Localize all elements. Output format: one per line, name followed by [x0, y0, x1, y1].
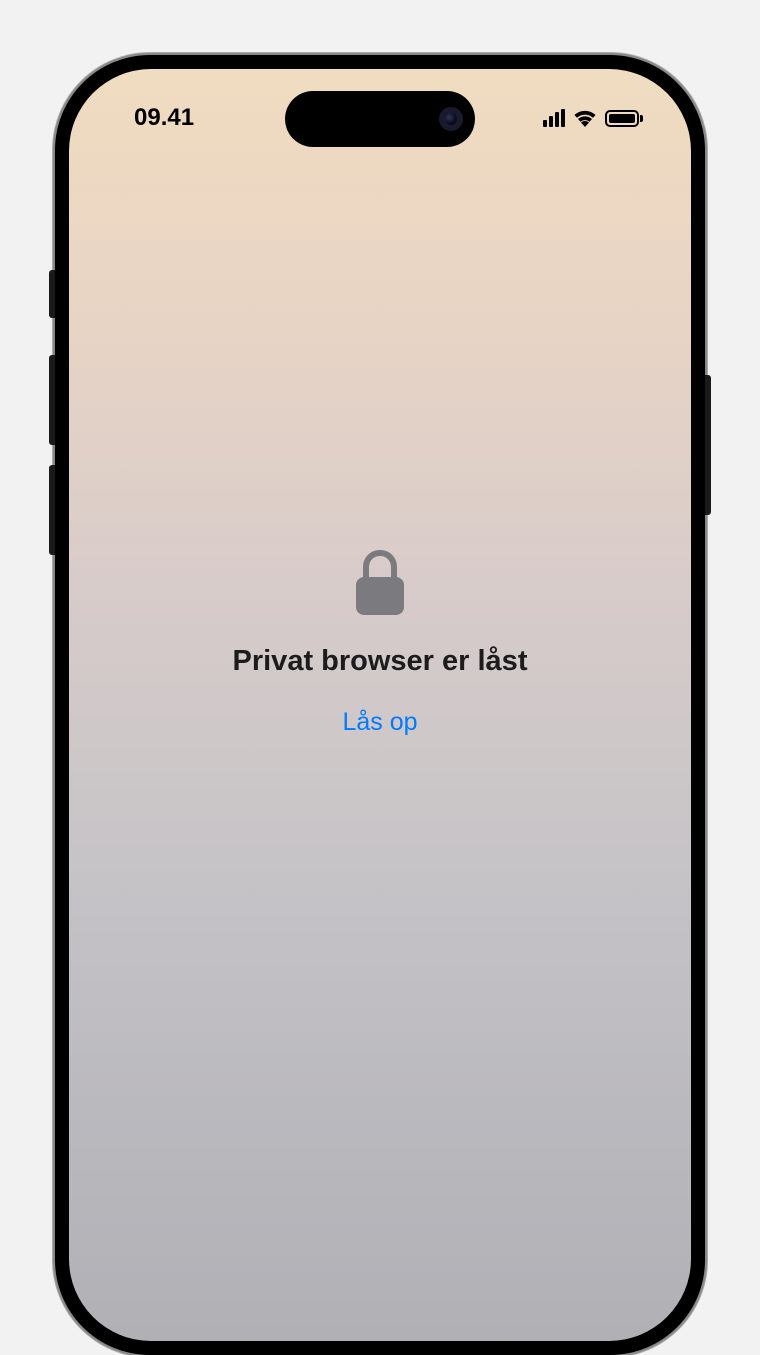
power-button	[705, 375, 711, 515]
locked-title: Privat browser er låst	[233, 645, 528, 678]
status-time: 09.41	[109, 104, 194, 132]
phone-screen: 09.41	[69, 69, 691, 1341]
locked-state-container: Privat browser er låst Lås op	[69, 549, 691, 737]
front-camera	[439, 107, 463, 131]
silence-switch	[49, 270, 55, 318]
battery-icon	[605, 110, 643, 127]
wifi-icon	[573, 109, 597, 127]
cellular-signal-icon	[543, 109, 565, 127]
volume-down-button	[49, 465, 55, 555]
status-indicators	[543, 109, 651, 127]
unlock-button[interactable]: Lås op	[342, 708, 417, 737]
lock-icon	[354, 549, 406, 617]
dynamic-island	[285, 91, 475, 147]
volume-up-button	[49, 355, 55, 445]
phone-frame: 09.41	[55, 55, 705, 1355]
